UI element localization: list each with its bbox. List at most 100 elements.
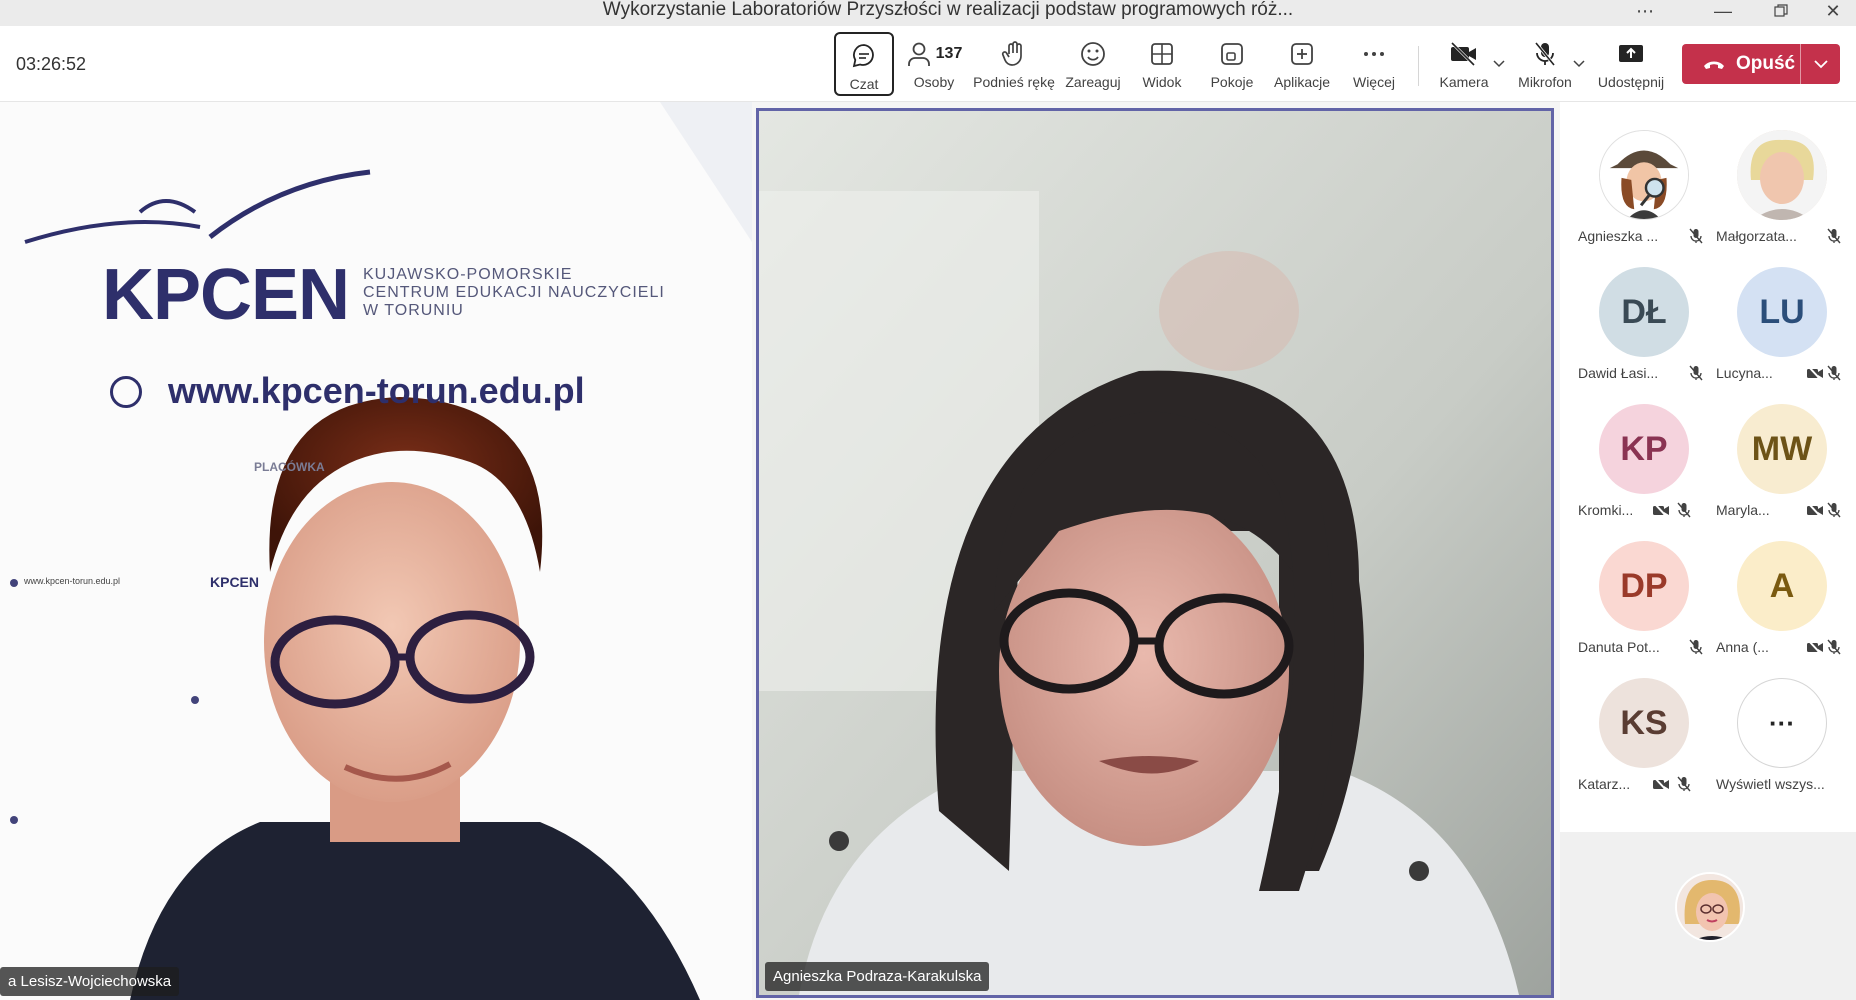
meeting-toolbar: 03:26:52 Czat 137 Osoby Podnieś rękę Zar… xyxy=(0,26,1856,102)
chat-button[interactable]: Czat xyxy=(834,32,894,96)
grid-icon xyxy=(1149,40,1175,68)
detective-avatar-image xyxy=(1600,131,1688,219)
participant-name: Danuta Pot... xyxy=(1578,639,1660,655)
microphone-label: Mikrofon xyxy=(1518,74,1572,90)
muted-mic-icon xyxy=(1827,502,1841,518)
muted-mic-icon xyxy=(1827,365,1841,381)
raise-hand-label: Podnieś rękę xyxy=(973,74,1055,90)
participant-tile[interactable]: KP Kromki... xyxy=(1576,394,1710,524)
participant-name: Agnieszka ... xyxy=(1578,228,1659,244)
participant-name: Lucyna... xyxy=(1716,365,1773,381)
more-button[interactable]: Więcej xyxy=(1346,32,1402,96)
muted-mic-icon xyxy=(1689,228,1703,244)
people-button[interactable]: 137 Osoby xyxy=(902,32,966,96)
rooms-label: Pokoje xyxy=(1210,74,1254,90)
avatar xyxy=(1599,130,1689,220)
raise-hand-button[interactable]: Podnieś rękę xyxy=(972,32,1056,96)
org-name-line1: KUJAWSKO-POMORSKIE xyxy=(363,266,573,283)
muted-mic-icon xyxy=(1677,776,1691,792)
view-all-label: Wyświetl wszys... xyxy=(1716,776,1825,792)
leave-label: Opuść xyxy=(1736,53,1796,74)
kpcen-url: www.kpcen-torun.edu.pl xyxy=(168,370,585,411)
more-label: Więcej xyxy=(1352,74,1395,90)
participant-tile[interactable]: DŁ Dawid Łasi... xyxy=(1576,257,1710,387)
avatar: DP xyxy=(1599,541,1689,631)
people-icon xyxy=(907,42,930,66)
photo-avatar-image xyxy=(1737,130,1827,220)
avatar: MW xyxy=(1737,404,1827,494)
globe-icon xyxy=(110,376,142,408)
participant-tile[interactable]: KS Katarz... xyxy=(1576,668,1710,798)
avatar: KS xyxy=(1599,678,1689,768)
muted-mic-icon xyxy=(1827,639,1841,655)
participant-name-tag: a Lesisz-Wojciechowska xyxy=(0,967,180,996)
participant-tile[interactable]: Małgorzata... xyxy=(1714,120,1848,250)
leave-button[interactable]: Opuść xyxy=(1682,44,1840,84)
chat-label: Czat xyxy=(849,76,879,92)
rooms-icon xyxy=(1219,40,1245,68)
rooms-button[interactable]: Pokoje xyxy=(1204,32,1260,96)
react-label: Zareaguj xyxy=(1065,74,1121,90)
placowka-label: PLACÓWKA xyxy=(254,460,325,474)
react-button[interactable]: Zareaguj xyxy=(1062,32,1124,96)
org-name-line2: CENTRUM EDUKACJI NAUCZYCIELI xyxy=(363,284,665,301)
participant-name: Maryla... xyxy=(1716,502,1770,518)
view-button[interactable]: Widok xyxy=(1134,32,1190,96)
camera-label: Kamera xyxy=(1439,74,1489,90)
microphone-button[interactable]: Mikrofon xyxy=(1512,32,1578,96)
participant-tile[interactable]: Agnieszka ... xyxy=(1576,120,1710,250)
video-feed-left xyxy=(0,102,752,1000)
microphone-off-icon xyxy=(1532,40,1558,68)
apps-label: Aplikacje xyxy=(1273,74,1331,90)
close-icon[interactable]: ✕ xyxy=(1810,0,1856,22)
participant-tile[interactable]: MW Maryla... xyxy=(1714,394,1848,524)
avatar: A xyxy=(1737,541,1827,631)
camera-off-icon xyxy=(1653,502,1669,518)
toolbar-divider xyxy=(1418,46,1419,86)
restore-icon[interactable] xyxy=(1758,0,1804,22)
minimize-icon[interactable]: — xyxy=(1700,0,1746,22)
active-speaker-name-tag: Agnieszka Podraza-Karakulska xyxy=(765,962,990,991)
video-tile-left[interactable]: KPCEN KUJAWSKO-POMORSKIE CENTRUM EDUKACJ… xyxy=(0,102,752,1000)
more-participants-icon: ··· xyxy=(1737,678,1827,768)
participant-name: Małgorzata... xyxy=(1716,228,1797,244)
leave-main[interactable]: Opuść xyxy=(1682,44,1800,84)
phone-hangup-icon xyxy=(1704,61,1724,69)
avatar: LU xyxy=(1737,267,1827,357)
camera-off-icon xyxy=(1807,502,1823,518)
share-button[interactable]: Udostępnij xyxy=(1594,32,1668,96)
window-title: Wykorzystanie Laboratoriów Przyszłości w… xyxy=(602,0,1294,20)
backdrop-small-logo: KPCEN xyxy=(210,574,260,590)
leave-options-chevron-icon[interactable] xyxy=(1801,56,1840,72)
video-feed-center xyxy=(759,111,1551,995)
camera-options-chevron-icon[interactable] xyxy=(1492,56,1506,70)
muted-mic-icon xyxy=(1827,228,1841,244)
video-tile-active-speaker[interactable]: Agnieszka Podraza-Karakulska xyxy=(756,108,1554,998)
self-view-area xyxy=(1560,832,1856,1000)
hand-icon xyxy=(1001,40,1027,68)
participant-name: Katarz... xyxy=(1578,776,1631,792)
avatar: KP xyxy=(1599,404,1689,494)
share-label: Udostępnij xyxy=(1597,74,1665,90)
avatar xyxy=(1737,130,1827,220)
self-avatar[interactable] xyxy=(1675,872,1745,942)
participant-tile[interactable]: A Anna (... xyxy=(1714,531,1848,661)
self-photo-image xyxy=(1677,874,1743,940)
more-options-icon[interactable]: ⋯ xyxy=(1622,0,1668,22)
participant-tile[interactable]: DP Danuta Pot... xyxy=(1576,531,1710,661)
avatar: DŁ xyxy=(1599,267,1689,357)
backdrop-small-url: www.kpcen-torun.edu.pl xyxy=(24,576,121,586)
muted-mic-icon xyxy=(1689,365,1703,381)
apps-button[interactable]: Aplikacje xyxy=(1270,32,1334,96)
share-screen-icon xyxy=(1617,40,1645,68)
kpcen-logo-text: KPCEN xyxy=(102,255,350,335)
microphone-options-chevron-icon[interactable] xyxy=(1572,56,1586,70)
participant-name: Dawid Łasi... xyxy=(1578,365,1659,381)
people-label: Osoby xyxy=(913,74,955,90)
smiley-icon xyxy=(1079,40,1107,68)
org-name-line3: W TORUNIU xyxy=(363,302,464,319)
participant-tile[interactable]: LU Lucyna... xyxy=(1714,257,1848,387)
camera-button[interactable]: Kamera xyxy=(1434,32,1494,96)
camera-off-icon xyxy=(1807,639,1823,655)
view-all-participants-button[interactable]: ··· Wyświetl wszys... xyxy=(1714,668,1848,798)
